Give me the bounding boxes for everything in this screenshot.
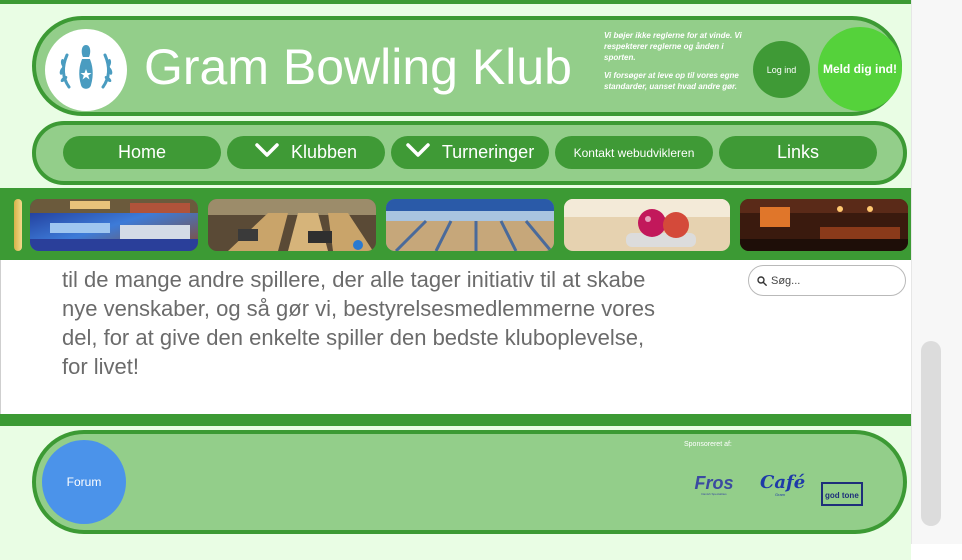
forum-button[interactable]: Forum bbox=[42, 440, 126, 524]
article-line: til de mange andre spillere, der alle ta… bbox=[62, 267, 646, 292]
sponsor-name: god tone bbox=[825, 491, 859, 500]
bowling-bar-photo[interactable] bbox=[740, 199, 908, 251]
motto-line-1: Vi bøjer ikke reglerne for at vinde. Vi … bbox=[604, 31, 742, 62]
club-logo[interactable] bbox=[45, 29, 127, 111]
nav-item-label: Links bbox=[776, 142, 820, 162]
bowling-pin-laurel-icon bbox=[53, 37, 119, 103]
search-input[interactable] bbox=[769, 273, 893, 288]
club-motto: Vi bøjer ikke reglerne for at vinde. Vi … bbox=[604, 30, 744, 99]
chevron-down-icon bbox=[255, 143, 279, 162]
bowling-lanes-photo[interactable] bbox=[208, 199, 376, 251]
site-footer: Forum Sponsoreret af: Fros Danish Specia… bbox=[32, 430, 907, 534]
bowling-alley-photo[interactable] bbox=[386, 199, 554, 251]
article-line: nye venskaber, og så gør vi, bestyrelses… bbox=[62, 296, 656, 321]
top-accent-bar bbox=[0, 0, 911, 4]
sponsor-godtone-logo[interactable]: god tone bbox=[821, 482, 863, 506]
search-icon bbox=[757, 275, 767, 286]
nav-item-home[interactable]: Home bbox=[63, 136, 221, 169]
bowling-balls-photo[interactable] bbox=[564, 199, 730, 251]
nav-item-label: Kontakt webudvikleren bbox=[573, 145, 695, 160]
bowling-lounge-photo[interactable] bbox=[30, 199, 198, 251]
site-header: Gram Bowling Klub Vi bøjer ikke reglerne… bbox=[32, 16, 902, 116]
sponsor-name: Café bbox=[760, 472, 806, 493]
nav-item-turneringer[interactable]: Turneringer bbox=[391, 136, 549, 169]
main-content: til de mange andre spillere, der alle ta… bbox=[0, 260, 911, 414]
carousel-prev-image[interactable] bbox=[14, 199, 22, 251]
sponsor-cafe-logo[interactable]: Café Gram bbox=[760, 472, 806, 498]
site-title: Gram Bowling Klub bbox=[144, 39, 572, 95]
article-line: del, for at give den enkelte spiller den… bbox=[62, 325, 645, 350]
scrollbar-corner bbox=[911, 544, 962, 560]
article-text: til de mange andre spillere, der alle ta… bbox=[62, 265, 742, 381]
main-navigation: Home Klubben Turneringer Kontakt webudvi… bbox=[32, 121, 907, 185]
photo-carousel bbox=[0, 188, 911, 260]
nav-item-links[interactable]: Links bbox=[719, 136, 877, 169]
scrollbar-thumb[interactable] bbox=[921, 341, 941, 526]
sponsor-fros-logo[interactable]: Fros Danish Specialities bbox=[694, 474, 734, 496]
signup-button[interactable]: Meld dig ind! bbox=[818, 27, 902, 111]
search-box[interactable] bbox=[748, 265, 906, 296]
motto-line-2: Vi forsøger at leve op til vores egne st… bbox=[604, 71, 739, 91]
nav-item-klubben[interactable]: Klubben bbox=[227, 136, 385, 169]
sponsored-label: Sponsoreret af: bbox=[684, 441, 732, 448]
footer-divider-band bbox=[0, 414, 911, 426]
article-line: for livet! bbox=[62, 354, 140, 379]
nav-item-kontakt[interactable]: Kontakt webudvikleren bbox=[555, 136, 713, 169]
nav-item-label: Klubben bbox=[290, 142, 358, 162]
chevron-down-icon bbox=[406, 143, 430, 162]
sponsor-name: Fros bbox=[694, 473, 734, 493]
login-button[interactable]: Log ind bbox=[753, 41, 810, 98]
nav-item-label: Turneringer bbox=[441, 142, 535, 162]
nav-item-label: Home bbox=[117, 142, 166, 162]
